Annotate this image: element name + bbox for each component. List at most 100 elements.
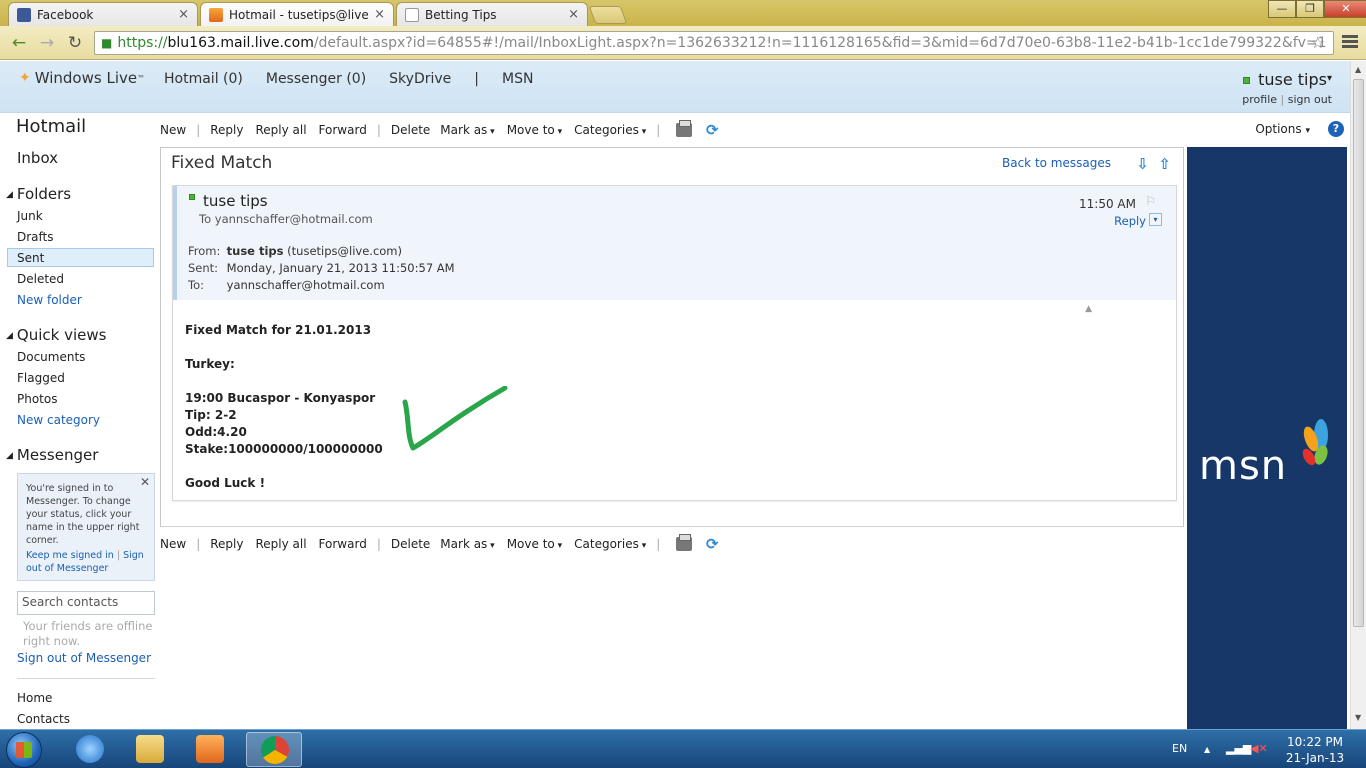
flag-icon[interactable]: ⚐ bbox=[1145, 194, 1156, 208]
forward-arrow-icon[interactable]: → bbox=[36, 32, 58, 54]
collapse-header-icon[interactable]: ▲ bbox=[1085, 304, 1092, 314]
collapse-triangle-icon: ◢ bbox=[6, 331, 13, 341]
nav-messenger[interactable]: Messenger (0) bbox=[266, 71, 366, 87]
reload-icon[interactable]: ↻ bbox=[64, 32, 86, 54]
tab-close-icon[interactable]: × bbox=[568, 7, 579, 22]
msn-advertisement[interactable]: msn bbox=[1187, 147, 1347, 729]
mark-as-menu[interactable]: Mark as bbox=[440, 123, 494, 137]
sidebar-item-home[interactable]: Home bbox=[17, 691, 52, 705]
delete-button[interactable]: Delete bbox=[391, 123, 430, 137]
scroll-down-icon[interactable]: ▼ bbox=[1355, 713, 1361, 722]
url-scheme: https:// bbox=[117, 35, 168, 51]
tab-facebook[interactable]: Facebook × bbox=[8, 2, 198, 26]
move-to-menu[interactable]: Move to bbox=[507, 537, 562, 551]
keep-signed-in-link[interactable]: Keep me signed in bbox=[26, 550, 114, 561]
scroll-up-icon[interactable]: ▲ bbox=[1355, 65, 1361, 74]
folders-header[interactable]: ◢ Folders bbox=[6, 185, 71, 203]
windows-live-header: ✦ Windows Live ™ Hotmail (0) Messenger (0… bbox=[0, 61, 1350, 113]
browser-toolbar: ← → ↻ ■ https://blu163.mail.live.com/def… bbox=[0, 26, 1366, 60]
reply-dropdown-icon[interactable]: ▾ bbox=[1149, 213, 1162, 226]
forward-button[interactable]: Forward bbox=[319, 537, 367, 551]
sent-line: Sent: Monday, January 21, 2013 11:50:57 … bbox=[188, 261, 455, 275]
previous-message-icon[interactable]: ⇧ bbox=[1158, 155, 1171, 173]
mark-as-menu[interactable]: Mark as bbox=[440, 537, 494, 551]
address-bar[interactable]: ■ https://blu163.mail.live.com/default.a… bbox=[94, 31, 1334, 55]
nav-skydrive[interactable]: SkyDrive bbox=[389, 71, 451, 87]
close-window-button[interactable]: ✕ bbox=[1324, 0, 1366, 18]
taskbar-chrome[interactable] bbox=[246, 732, 302, 767]
sidebar-item-documents[interactable]: Documents bbox=[17, 350, 85, 364]
scrollbar-thumb[interactable] bbox=[1353, 79, 1364, 627]
language-indicator[interactable]: EN bbox=[1172, 742, 1187, 755]
sidebar-item-contacts[interactable]: Contacts bbox=[17, 712, 70, 726]
system-clock[interactable]: 10:22 PM 21-Jan-13 bbox=[1280, 734, 1350, 766]
new-button[interactable]: New bbox=[160, 123, 186, 137]
reading-pane: Fixed Match Back to messages ⇩ ⇧ tuse ti… bbox=[160, 147, 1184, 527]
categories-menu[interactable]: Categories bbox=[574, 123, 646, 137]
sidebar-item-inbox[interactable]: Inbox bbox=[17, 149, 58, 167]
page-scrollbar[interactable]: ▲ ▼ bbox=[1350, 61, 1366, 729]
start-button[interactable] bbox=[6, 732, 42, 768]
from-name[interactable]: tuse tips bbox=[227, 244, 284, 258]
user-name-button[interactable]: tuse tips▾ bbox=[1242, 70, 1332, 89]
reply-all-button[interactable]: Reply all bbox=[255, 537, 306, 551]
sign-out-link[interactable]: sign out bbox=[1288, 93, 1332, 106]
profile-link[interactable]: profile bbox=[1242, 93, 1277, 106]
reply-button[interactable]: Reply bbox=[210, 537, 243, 551]
show-hidden-icons-icon[interactable]: ▲ bbox=[1204, 745, 1210, 754]
taskbar-explorer[interactable] bbox=[122, 732, 178, 767]
minimize-button[interactable]: — bbox=[1268, 0, 1296, 18]
sidebar-item-deleted[interactable]: Deleted bbox=[17, 272, 64, 286]
print-icon[interactable] bbox=[676, 120, 693, 137]
sidebar-item-photos[interactable]: Photos bbox=[17, 392, 57, 406]
network-signal-icon[interactable]: ▂▄▆ bbox=[1226, 742, 1251, 755]
windows-live-logo[interactable]: ✦ Windows Live ™ bbox=[19, 69, 145, 87]
bookmark-star-icon[interactable]: ☆ bbox=[1311, 33, 1325, 52]
new-tab-button[interactable] bbox=[588, 6, 628, 24]
new-folder-link[interactable]: New folder bbox=[17, 293, 82, 307]
reply-all-button[interactable]: Reply all bbox=[255, 123, 306, 137]
back-arrow-icon[interactable]: ← bbox=[8, 32, 30, 54]
browser-menu-icon[interactable] bbox=[1342, 35, 1358, 51]
volume-muted-icon[interactable]: ◀✕ bbox=[1250, 742, 1268, 755]
maximize-button[interactable]: ❐ bbox=[1296, 0, 1324, 18]
back-to-messages-link[interactable]: Back to messages bbox=[1002, 156, 1111, 170]
reply-button[interactable]: Reply bbox=[210, 123, 243, 137]
print-icon[interactable] bbox=[676, 534, 693, 551]
hotmail-title[interactable]: Hotmail bbox=[16, 116, 86, 137]
refresh-icon[interactable]: ⟳ bbox=[704, 537, 720, 552]
sidebar-item-sent[interactable]: Sent bbox=[17, 251, 44, 265]
quick-views-header[interactable]: ◢ Quick views bbox=[6, 326, 106, 344]
chevron-down-icon: ▾ bbox=[1305, 126, 1310, 136]
tab-close-icon[interactable]: × bbox=[178, 7, 189, 22]
close-icon[interactable]: ✕ bbox=[140, 476, 150, 489]
sidebar-item-junk[interactable]: Junk bbox=[17, 209, 43, 223]
sign-out-messenger-link[interactable]: Sign out of Messenger bbox=[17, 651, 151, 665]
command-bar-top: New | Reply Reply all Forward | Delete Mar… bbox=[160, 118, 726, 142]
categories-menu[interactable]: Categories bbox=[574, 537, 646, 551]
refresh-icon[interactable]: ⟳ bbox=[704, 123, 720, 138]
nav-msn[interactable]: MSN bbox=[502, 71, 533, 87]
next-message-icon[interactable]: ⇩ bbox=[1136, 155, 1149, 173]
nav-separator: | bbox=[474, 71, 479, 87]
messenger-header[interactable]: ◢ Messenger bbox=[6, 446, 98, 464]
sender-name[interactable]: tuse tips bbox=[189, 192, 268, 210]
tab-title: Hotmail - tusetips@live.c bbox=[229, 7, 369, 22]
tab-betting-tips[interactable]: Betting Tips × bbox=[396, 2, 588, 26]
sidebar-item-flagged[interactable]: Flagged bbox=[17, 371, 65, 385]
tab-close-icon[interactable]: × bbox=[374, 7, 385, 22]
options-menu[interactable]: Options ▾ bbox=[1255, 122, 1310, 136]
help-icon[interactable]: ? bbox=[1328, 121, 1344, 137]
move-to-menu[interactable]: Move to bbox=[507, 123, 562, 137]
forward-button[interactable]: Forward bbox=[319, 123, 367, 137]
new-category-link[interactable]: New category bbox=[17, 413, 100, 427]
reply-link[interactable]: Reply bbox=[1114, 214, 1146, 228]
nav-hotmail[interactable]: Hotmail (0) bbox=[164, 71, 243, 87]
taskbar-media-player[interactable] bbox=[182, 732, 238, 767]
new-button[interactable]: New bbox=[160, 537, 186, 551]
search-contacts-input[interactable]: Search contacts bbox=[17, 591, 155, 615]
delete-button[interactable]: Delete bbox=[391, 537, 430, 551]
tab-hotmail[interactable]: Hotmail - tusetips@live.c × bbox=[200, 2, 394, 26]
sidebar-item-drafts[interactable]: Drafts bbox=[17, 230, 54, 244]
taskbar-ie[interactable] bbox=[62, 732, 118, 767]
